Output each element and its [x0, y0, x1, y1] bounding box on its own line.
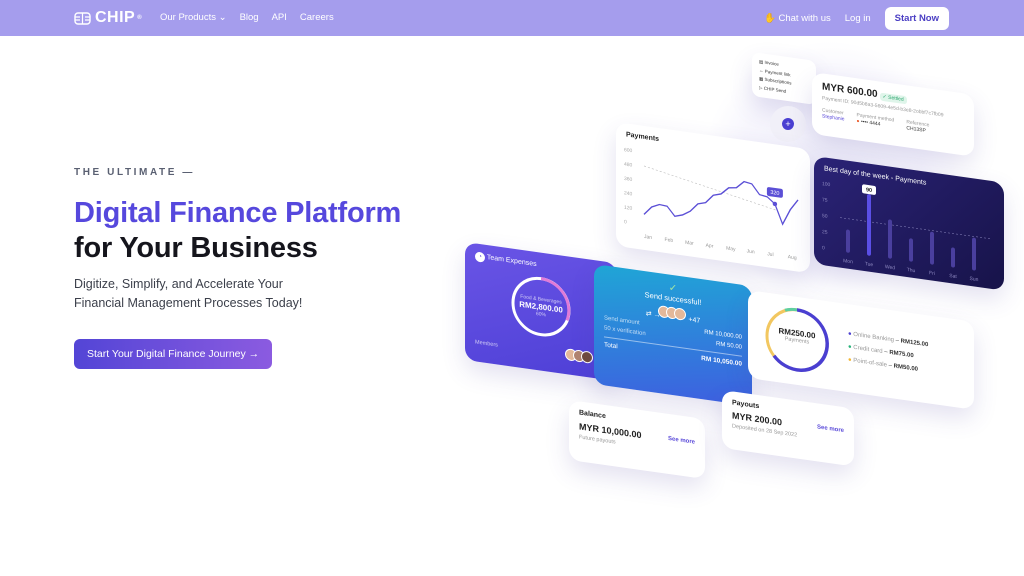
mastercard-icon: ● — [856, 118, 860, 125]
y-tick: 25 — [822, 229, 828, 236]
nav-api[interactable]: API — [272, 12, 287, 23]
chevron-down-icon: ⌄ — [218, 12, 227, 23]
x-tick: Mon — [843, 258, 853, 265]
members-label: Members — [475, 339, 498, 349]
x-tick: Feb — [665, 237, 674, 244]
x-tick: Mar — [685, 240, 694, 247]
payouts-see-more[interactable]: See more — [817, 424, 844, 434]
nav-careers[interactable]: Careers — [300, 12, 334, 23]
y-tick: 360 — [624, 176, 633, 183]
y-tick: 0 — [822, 245, 825, 251]
brand-name: CHIP — [95, 9, 136, 26]
y-tick: 75 — [822, 197, 828, 204]
product-menu-card: ▤ Invoice ⇔ Payment link ▦ Subscriptions… — [752, 52, 816, 105]
balance-card: Balance MYR 10,000.00 See more Future pay… — [569, 400, 705, 480]
send-success-card: ✓ Send successful! ⇄ → +47 Send amount RM… — [594, 264, 752, 407]
chat-with-us-link[interactable]: ✋ Chat with us — [764, 13, 831, 24]
x-tick: Tue — [865, 261, 874, 268]
start-now-button[interactable]: Start Now — [884, 7, 949, 30]
hero-title: for Your Business — [74, 232, 318, 264]
team-icon: ◔ — [475, 251, 485, 263]
x-tick: Thu — [907, 267, 916, 274]
average-line — [840, 217, 992, 240]
chip-logo[interactable]: CHIP ® — [74, 9, 142, 27]
balance-see-more[interactable]: See more — [668, 436, 695, 446]
eyebrow: THE ULTIMATE — — [74, 167, 196, 178]
payment-breakdown-card: RM250.00 Payments ● Online Banking – RM12… — [748, 290, 974, 410]
y-tick: 480 — [624, 162, 633, 169]
x-tick: Aug — [788, 254, 797, 261]
payments-line-chart: 600 480 360 240 120 0 Jan Feb Mar Apr May Jun Jul Aug… — [624, 147, 799, 261]
y-tick: 240 — [624, 190, 633, 197]
payouts-card: Payouts MYR 200.00 See more Deposited on … — [722, 390, 854, 467]
status-badge: ✓ Settled — [879, 92, 907, 105]
x-tick: Fri — [929, 270, 935, 277]
x-tick: May — [726, 245, 736, 252]
send-total: RM 10,050.00 — [701, 355, 742, 368]
chip-card-icon — [74, 11, 91, 25]
x-tick: Sat — [949, 273, 957, 280]
hero-title-accent: Digital Finance Platform — [74, 197, 402, 229]
y-tick: 100 — [822, 181, 831, 188]
nav-blog[interactable]: Blog — [240, 12, 259, 23]
wave-hand-icon: ✋ — [764, 13, 776, 24]
x-tick: Apr — [706, 243, 714, 250]
highlight-point — [772, 201, 778, 207]
x-tick: Jul — [767, 251, 773, 258]
send-fee: RM 50.00 — [715, 341, 742, 351]
y-tick: 0 — [624, 219, 627, 225]
plus-icon: + — [782, 118, 794, 130]
hero-subtitle: Digitize, Simplify, and Accelerate Your F… — [74, 277, 303, 310]
x-tick: Sun — [970, 276, 979, 283]
hero-section: THE ULTIMATE — Digital Finance Platform … — [74, 167, 401, 369]
legend: ● Online Banking – RM125.00 ● Credit car… — [848, 328, 928, 378]
cta-button[interactable]: Start Your Digital Finance Journey → — [74, 339, 273, 369]
x-tick: Jan — [644, 234, 652, 241]
x-tick: Wed — [885, 264, 895, 271]
y-tick: 50 — [822, 213, 828, 220]
y-tick: 600 — [624, 147, 633, 154]
y-tick: 120 — [624, 205, 633, 212]
reference-line — [643, 165, 779, 212]
payments-chart-card: Payments 600 480 360 240 120 0 Jan Feb Mar Apr May… — [616, 122, 810, 274]
highlight-label: 90 — [866, 187, 872, 194]
highlight-label: 320 — [770, 190, 779, 197]
login-link[interactable]: Log in — [845, 13, 871, 24]
nav-our-products[interactable]: Our Products ⌄ — [160, 12, 227, 23]
x-tick: Jun — [747, 248, 755, 255]
send-amount: RM 10,000.00 — [704, 329, 742, 341]
balance-title: Balance — [579, 409, 606, 421]
top-nav: CHIP ® Our Products ⌄ Blog API Careers ✋ … — [0, 0, 1024, 36]
